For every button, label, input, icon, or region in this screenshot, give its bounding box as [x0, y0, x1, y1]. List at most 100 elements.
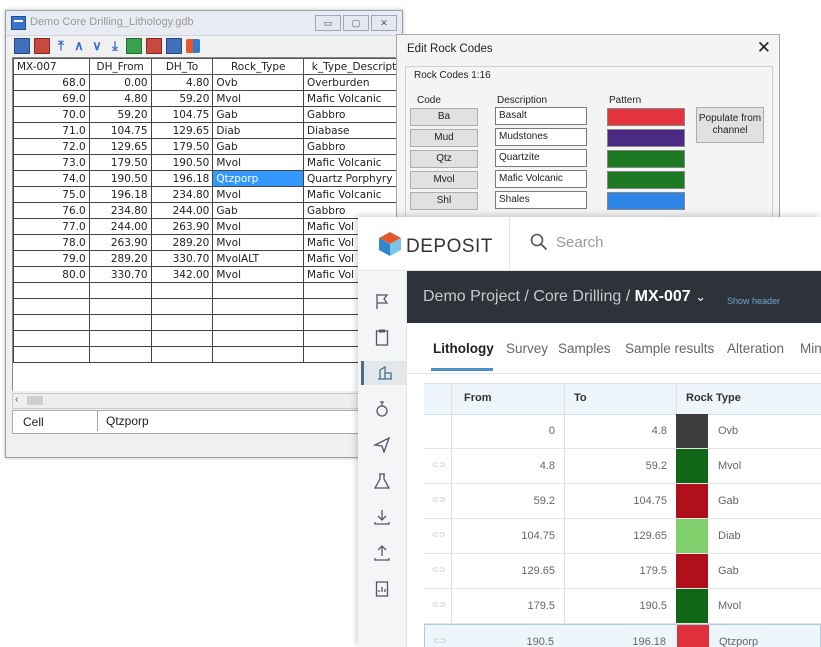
table-cell[interactable]: 330.70	[88, 266, 152, 283]
tab-alteration[interactable]: Alteration	[727, 341, 784, 356]
table-row[interactable]: 80.0 330.70 342.00 Mvol Mafic Vol	[13, 266, 405, 283]
pattern-swatch[interactable]	[607, 171, 685, 189]
rock-code-button[interactable]: Qtz	[410, 150, 478, 168]
table-cell[interactable]: 234.80	[88, 202, 152, 219]
table-cell[interactable]: 80.0	[13, 266, 90, 283]
table-cell[interactable]: 69.0	[13, 90, 90, 107]
description-field[interactable]: Quartzite	[495, 149, 587, 167]
send-icon[interactable]	[370, 433, 394, 457]
table-row[interactable]: ⊂⊃ 129.65 179.5 Gab	[424, 554, 821, 589]
description-field[interactable]: Mafic Volcanic	[495, 170, 587, 188]
table-row[interactable]: 77.0 244.00 263.90 Mvol Mafic Vol	[13, 218, 405, 235]
table-cell[interactable]: Mafic Volcanic	[303, 90, 405, 107]
table-cell[interactable]	[88, 282, 152, 299]
table-cell[interactable]: Mvol	[212, 186, 305, 203]
table-row[interactable]: 0 4.8 Ovb	[424, 414, 821, 449]
from-column-header[interactable]: From	[464, 392, 492, 404]
table-cell[interactable]: 289.20	[150, 234, 214, 251]
table-cell[interactable]: 263.90	[88, 234, 152, 251]
table-cell[interactable]: 74.0	[13, 170, 90, 187]
table-cell[interactable]	[13, 330, 90, 347]
pattern-swatch[interactable]	[607, 108, 685, 126]
description-field[interactable]: Shales	[495, 191, 587, 209]
table-cell[interactable]	[13, 282, 90, 299]
table-cell[interactable]: 234.80	[150, 186, 214, 203]
table-cell[interactable]: Overburden	[303, 74, 405, 91]
empty-row[interactable]	[13, 330, 405, 347]
table-cell[interactable]	[212, 314, 305, 331]
table-cell[interactable]: 129.65	[150, 122, 214, 139]
table-cell[interactable]: 4.80	[88, 90, 152, 107]
move-down-icon[interactable]: ∨	[90, 39, 104, 53]
lab-icon[interactable]	[370, 469, 394, 493]
link-icon[interactable]: ⊂⊃	[432, 600, 445, 609]
scroll-left-icon[interactable]: ‹	[15, 394, 18, 405]
table-row[interactable]: 72.0 129.65 179.50 Gab Gabbro	[13, 138, 405, 155]
table-cell[interactable]	[150, 314, 214, 331]
table-cell[interactable]: 73.0	[13, 154, 90, 171]
table-cell[interactable]: 79.0	[13, 250, 90, 267]
breadcrumb-current[interactable]: MX-007	[635, 288, 691, 305]
show-header-link[interactable]: Show header	[727, 296, 780, 306]
table-cell[interactable]	[150, 330, 214, 347]
tab-samples[interactable]: Samples	[558, 341, 611, 356]
populate-from-channel-button[interactable]: Populate from channel	[696, 107, 764, 143]
table-cell[interactable]	[150, 282, 214, 299]
flask-icon[interactable]	[370, 397, 394, 421]
table-cell[interactable]: Qtzporp	[212, 170, 305, 187]
table-cell[interactable]: 59.20	[88, 106, 152, 123]
table-cell[interactable]	[212, 346, 305, 363]
table-cell[interactable]: Gab	[212, 138, 305, 155]
move-bottom-icon[interactable]: ⤓	[108, 39, 122, 53]
cube-icon[interactable]	[186, 39, 200, 53]
close-button[interactable]: ✕	[371, 15, 397, 31]
table-cell[interactable]: Mafic Volcanic	[303, 154, 405, 171]
rock-code-button[interactable]: Mud	[410, 129, 478, 147]
link-icon[interactable]: ⊂⊃	[433, 636, 446, 645]
table-cell[interactable]: 190.50	[150, 154, 214, 171]
table-cell[interactable]: Mvol	[212, 234, 305, 251]
table-row[interactable]: 74.0 190.50 196.18 Qtzporp Quartz Porphyry	[13, 170, 405, 187]
table-cell[interactable]: 179.50	[88, 154, 152, 171]
table-row[interactable]: 73.0 179.50 190.50 Mvol Mafic Volcanic	[13, 154, 405, 171]
table-row[interactable]: 68.0 0.00 4.80 Ovb Overburden	[13, 74, 405, 91]
maximize-button[interactable]: ▢	[343, 15, 369, 31]
table-cell[interactable]	[150, 346, 214, 363]
empty-row[interactable]	[13, 282, 405, 299]
table-cell[interactable]: 179.50	[150, 138, 214, 155]
download-icon[interactable]	[370, 505, 394, 529]
table-cell[interactable]: Diabase	[303, 122, 405, 139]
link-icon[interactable]: ⊂⊃	[432, 530, 445, 539]
pattern-swatch[interactable]	[607, 192, 685, 210]
table-cell[interactable]: 342.00	[150, 266, 214, 283]
chevron-down-icon[interactable]: ⌄	[695, 289, 706, 304]
empty-row[interactable]	[13, 298, 405, 315]
table-cell[interactable]: Ovb	[212, 74, 305, 91]
flag-icon[interactable]	[370, 289, 394, 313]
table-cell[interactable]: Gabbro	[303, 138, 405, 155]
table-cell[interactable]: Mvol	[212, 154, 305, 171]
table-cell[interactable]	[212, 298, 305, 315]
column-header[interactable]: Rock_Type	[212, 58, 305, 75]
rock-code-button[interactable]: Ba	[410, 108, 478, 126]
table-cell[interactable]	[88, 298, 152, 315]
pattern-swatch[interactable]	[607, 150, 685, 168]
clipboard-icon[interactable]	[370, 325, 394, 349]
empty-row[interactable]	[13, 346, 405, 363]
table-row[interactable]: 79.0 289.20 330.70 MvolALT Mafic Vol	[13, 250, 405, 267]
description-field[interactable]: Basalt	[495, 107, 587, 125]
table-cell[interactable]: 59.20	[150, 90, 214, 107]
report-icon[interactable]	[370, 577, 394, 601]
tab-lithology[interactable]: Lithology	[433, 341, 494, 356]
column-header[interactable]: DH_From	[88, 58, 152, 75]
table-cell[interactable]: Mafic Volcanic	[303, 186, 405, 203]
table-cell[interactable]	[13, 298, 90, 315]
horizontal-scrollbar[interactable]: ‹	[12, 393, 406, 409]
table-cell[interactable]: 4.80	[150, 74, 214, 91]
table-cell[interactable]	[88, 314, 152, 331]
table-cell[interactable]: 190.50	[88, 170, 152, 187]
tab-min[interactable]: Min	[800, 341, 821, 356]
link-icon[interactable]: ⊂⊃	[432, 495, 445, 504]
table-cell[interactable]: 244.00	[88, 218, 152, 235]
print-icon[interactable]	[166, 38, 182, 54]
